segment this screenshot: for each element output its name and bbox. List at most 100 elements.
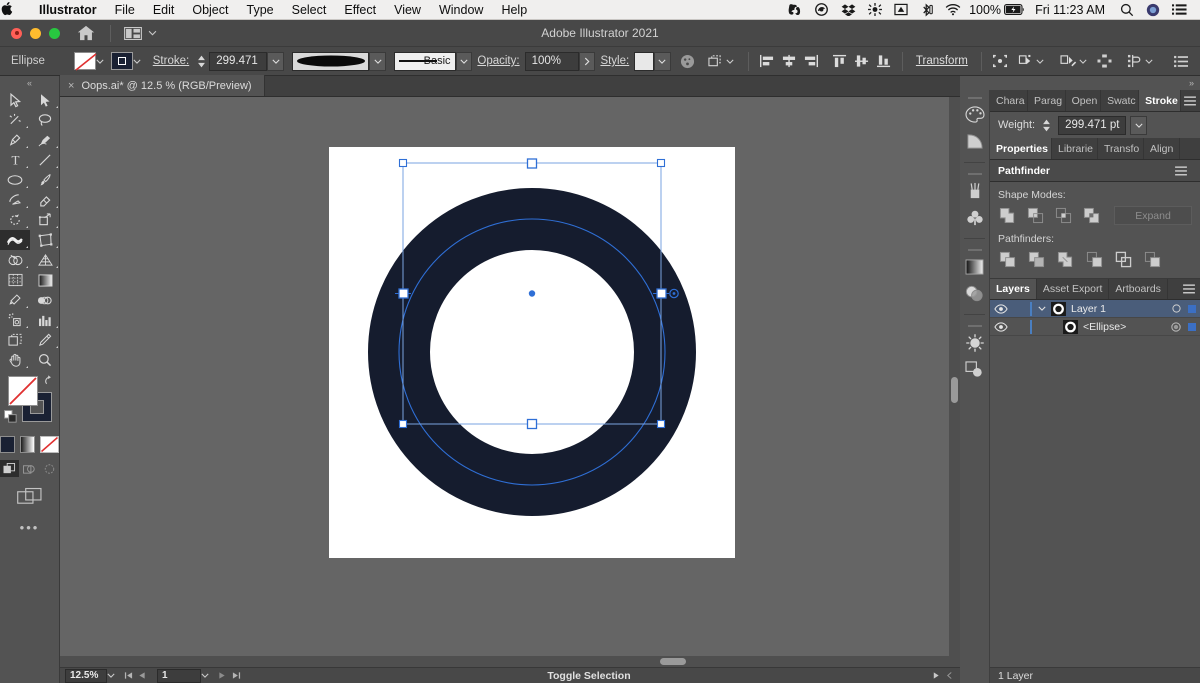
menu-type[interactable]: Type bbox=[238, 3, 283, 17]
preferences-list-icon[interactable] bbox=[1170, 50, 1192, 72]
first-artboard-button[interactable] bbox=[124, 671, 138, 680]
align-left-icon[interactable] bbox=[756, 50, 778, 72]
draw-normal-mode[interactable] bbox=[0, 460, 19, 477]
align-bottom-icon[interactable] bbox=[873, 50, 895, 72]
panel-menu-icon[interactable] bbox=[1170, 166, 1192, 176]
stroke-weight-stepper[interactable] bbox=[194, 55, 209, 68]
curvature-tool[interactable] bbox=[30, 130, 60, 150]
status-menu-button[interactable] bbox=[932, 671, 946, 680]
battery-status[interactable]: 100% bbox=[967, 3, 1026, 17]
arrange-documents-icon[interactable] bbox=[124, 27, 157, 40]
select-similar-icon[interactable] bbox=[1015, 50, 1037, 72]
canvas-horizontal-scrollbar[interactable] bbox=[60, 656, 950, 667]
status-message[interactable]: Toggle Selection bbox=[246, 670, 932, 682]
swap-fill-stroke-icon[interactable] bbox=[44, 374, 56, 386]
opacity-label[interactable]: Opacity: bbox=[472, 55, 524, 67]
layer-row-layer1[interactable]: Layer 1 bbox=[990, 300, 1200, 318]
mesh-tool[interactable] bbox=[0, 270, 30, 290]
eraser-tool[interactable] bbox=[30, 190, 60, 210]
tab-libraries[interactable]: Librarie bbox=[1052, 138, 1098, 159]
artboard-tool[interactable] bbox=[0, 330, 30, 350]
gradient-tool[interactable] bbox=[30, 270, 60, 290]
color-mode-solid[interactable] bbox=[0, 436, 15, 453]
fill-swatch-dropdown[interactable] bbox=[96, 59, 111, 64]
blend-tool[interactable] bbox=[30, 290, 60, 310]
color-panel-icon[interactable] bbox=[960, 101, 989, 128]
panel-group-handle[interactable] bbox=[960, 246, 989, 253]
artboard[interactable] bbox=[329, 147, 735, 558]
selection-indicator[interactable] bbox=[1184, 305, 1200, 313]
zoom-level-dropdown[interactable] bbox=[107, 673, 124, 678]
tab-properties[interactable]: Properties bbox=[990, 138, 1052, 159]
expand-button[interactable]: Expand bbox=[1114, 206, 1192, 225]
selection-tool[interactable] bbox=[0, 90, 30, 110]
chevron-down-icon[interactable] bbox=[1035, 306, 1049, 311]
stroke-weight-panel-stepper[interactable] bbox=[1039, 119, 1054, 132]
pen-tool[interactable] bbox=[0, 130, 30, 150]
minus-back-icon[interactable] bbox=[1143, 250, 1162, 269]
width-tool[interactable] bbox=[0, 230, 30, 250]
zoom-level-input[interactable]: 12.5% bbox=[65, 669, 107, 683]
stroke-weight-panel-input[interactable]: 299.471 pt bbox=[1058, 116, 1126, 135]
rotate-tool[interactable] bbox=[0, 210, 30, 230]
slice-tool[interactable] bbox=[30, 330, 60, 350]
symbol-sprayer-tool[interactable] bbox=[0, 310, 30, 330]
eye-icon[interactable] bbox=[990, 304, 1012, 314]
scale-tool[interactable] bbox=[30, 210, 60, 230]
hand-tool[interactable] bbox=[0, 350, 30, 370]
stroke-weight-label[interactable]: Stroke: bbox=[148, 55, 194, 67]
tab-character[interactable]: Chara bbox=[990, 90, 1028, 111]
tab-transform[interactable]: Transfo bbox=[1098, 138, 1144, 159]
document-setup-dropdown[interactable] bbox=[1145, 59, 1160, 64]
bluetooth-icon[interactable] bbox=[914, 3, 939, 17]
menu-window[interactable]: Window bbox=[430, 3, 492, 17]
document-setup-icon[interactable] bbox=[1124, 50, 1146, 72]
stroke-weight-dropdown[interactable] bbox=[267, 52, 284, 71]
spotlight-search-icon[interactable] bbox=[1114, 3, 1140, 17]
stroke-weight-panel-dropdown[interactable] bbox=[1130, 116, 1147, 135]
appearance-panel-icon[interactable] bbox=[960, 329, 989, 356]
column-graph-tool[interactable] bbox=[30, 310, 60, 330]
panel-group-handle[interactable] bbox=[960, 322, 989, 329]
menu-select[interactable]: Select bbox=[283, 3, 336, 17]
panel-menu-icon[interactable] bbox=[1181, 90, 1200, 111]
align-center-horizontal-icon[interactable] bbox=[778, 50, 800, 72]
siri-icon[interactable] bbox=[1140, 3, 1166, 17]
home-icon[interactable] bbox=[77, 25, 95, 41]
selection-indicator[interactable] bbox=[1184, 323, 1200, 331]
graphic-style-dropdown[interactable] bbox=[654, 52, 671, 71]
status-resize-handle[interactable] bbox=[946, 671, 960, 680]
dropbox-icon[interactable] bbox=[835, 3, 862, 16]
divide-icon[interactable] bbox=[998, 250, 1017, 269]
layer-row-ellipse[interactable]: <Ellipse> bbox=[990, 318, 1200, 336]
last-artboard-button[interactable] bbox=[232, 671, 246, 680]
tab-artboards[interactable]: Artboards bbox=[1109, 279, 1168, 299]
minimize-window-button[interactable] bbox=[30, 28, 41, 39]
unite-icon[interactable] bbox=[998, 206, 1017, 225]
graphic-styles-panel-icon[interactable] bbox=[960, 356, 989, 383]
dock-expand-button[interactable]: » bbox=[960, 76, 1200, 90]
shaper-tool[interactable] bbox=[0, 190, 30, 210]
align-right-icon[interactable] bbox=[800, 50, 822, 72]
outline-icon[interactable] bbox=[1114, 250, 1133, 269]
variable-width-profile-preview[interactable] bbox=[292, 52, 369, 71]
toolbar-collapse-button[interactable]: « bbox=[0, 76, 59, 90]
trim-icon[interactable] bbox=[1027, 250, 1046, 269]
graphic-style-swatch[interactable] bbox=[634, 52, 654, 71]
tab-stroke[interactable]: Stroke bbox=[1139, 90, 1181, 111]
exclude-icon[interactable] bbox=[1082, 206, 1101, 225]
free-transform-tool[interactable] bbox=[30, 230, 60, 250]
panel-group-handle[interactable] bbox=[960, 170, 989, 177]
edit-toolbar-dropdown[interactable] bbox=[1079, 59, 1094, 64]
document-tab[interactable]: × Oops.ai* @ 12.5 % (RGB/Preview) bbox=[60, 75, 265, 96]
variable-width-profile-dropdown[interactable] bbox=[369, 52, 386, 71]
eyedropper-tool[interactable] bbox=[0, 290, 30, 310]
tab-paragraph[interactable]: Parag bbox=[1028, 90, 1066, 111]
menu-object[interactable]: Object bbox=[183, 3, 237, 17]
fill-color-swatch[interactable] bbox=[74, 52, 96, 70]
wifi-icon[interactable] bbox=[939, 3, 967, 16]
draw-behind-mode[interactable] bbox=[20, 460, 39, 477]
target-indicator[interactable] bbox=[1168, 304, 1184, 313]
gradient-panel-icon[interactable] bbox=[960, 253, 989, 280]
close-window-button[interactable] bbox=[11, 28, 22, 39]
